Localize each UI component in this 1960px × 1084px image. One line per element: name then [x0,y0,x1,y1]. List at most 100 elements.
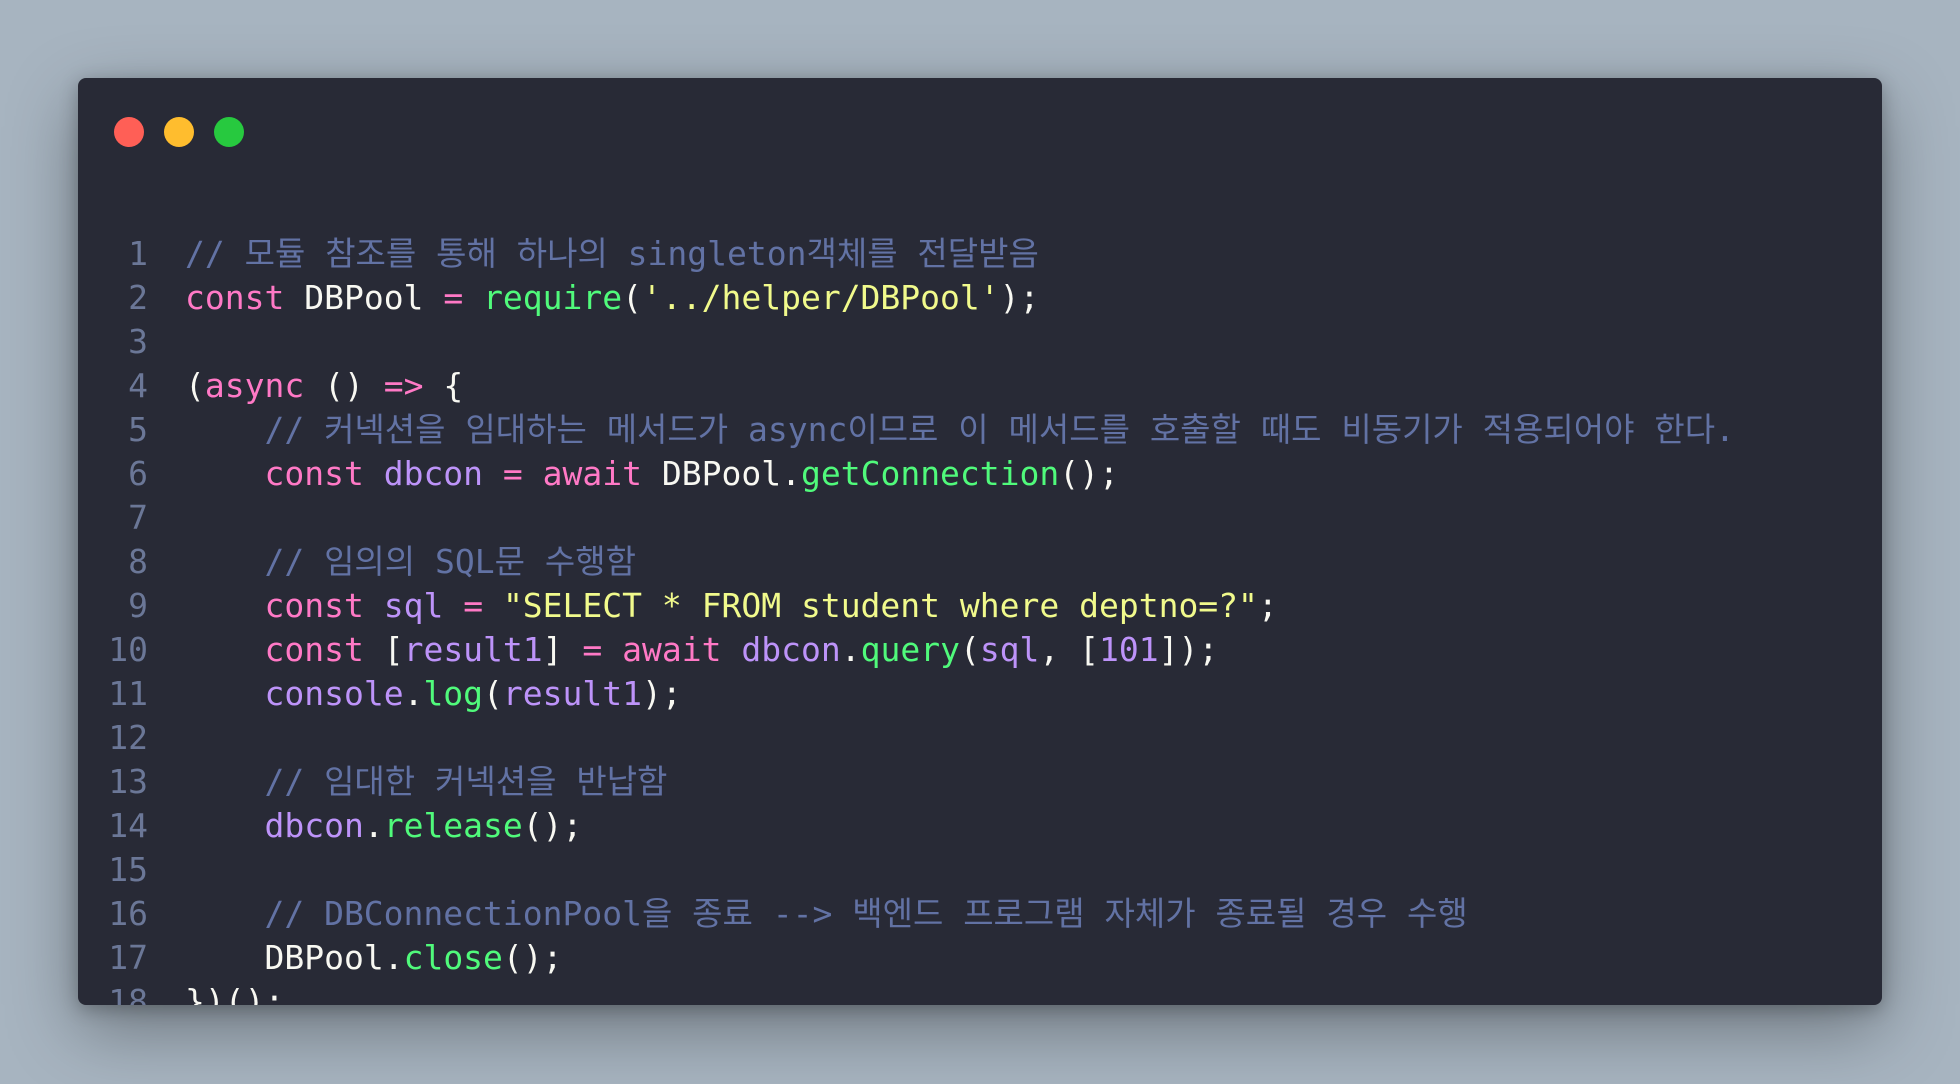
code-token: { [423,366,464,405]
code-line: 7 [78,496,1882,540]
code-token: DBPool [264,938,384,977]
code-token: // 커넥션을 임대하는 메서드가 async이므로 이 메서드를 호출할 때도… [185,410,1735,449]
code-token: // 임의의 SQL문 수행함 [185,542,636,581]
line-text: // 모듈 참조를 통해 하나의 singleton객체를 전달받음 [185,232,1039,276]
code-token: ; [1257,586,1278,625]
line-number: 17 [108,938,148,977]
code-token: // 임대한 커넥션을 반납함 [185,762,668,801]
code-line: 3 [78,320,1882,364]
code-line: 15 [78,848,1882,892]
line-number: 14 [108,806,148,845]
code-line: 18 })(); [78,980,1882,1005]
line-number: 6 [128,454,148,493]
code-token: log [423,674,484,713]
code-token: close [403,938,503,977]
code-token: result1 [502,674,642,713]
code-token: . [383,938,404,977]
code-token: ); [999,278,1040,317]
line-text: console.log(result1); [185,672,681,716]
code-token: const [264,454,364,493]
code-line: 11 console.log(result1); [78,672,1882,716]
code-token: "SELECT * FROM student where deptno=?" [502,586,1258,625]
code-token: ( [483,674,503,713]
code-line: 17 DBPool.close(); [78,936,1882,980]
code-line: 12 [78,716,1882,760]
line-number: 16 [108,894,148,933]
line-number: 10 [108,630,148,669]
code-token: dbcon [741,630,841,669]
code-token: (); [522,806,583,845]
line-text: })(); [185,980,284,1005]
code-token: query [860,630,960,669]
close-window-button[interactable] [114,117,144,147]
line-number: 13 [108,762,148,801]
maximize-window-button[interactable] [214,117,244,147]
code-token: (); [502,938,563,977]
code-line: 10 const [result1] = await dbcon.query(s… [78,628,1882,672]
line-number: 4 [128,366,148,405]
line-text: dbcon.release(); [185,804,582,848]
minimize-window-button[interactable] [164,117,194,147]
code-token: . [403,674,424,713]
code-token: const [264,630,364,669]
code-token: sql [383,586,444,625]
code-line: 8 // 임의의 SQL문 수행함 [78,540,1882,584]
code-token: const [185,278,285,317]
code-token: () [304,366,384,405]
code-token: '../helper/DBPool' [642,278,1000,317]
line-text: const sql = "SELECT * FROM student where… [185,584,1278,628]
code-token: . [840,630,861,669]
line-text: // DBConnectionPool을 종료 --> 백엔드 프로그램 자체가… [185,892,1468,936]
code-token: = [443,278,464,317]
code-line: 2 const DBPool = require('../helper/DBPoo… [78,276,1882,320]
code-token: // DBConnectionPool을 종료 --> 백엔드 프로그램 자체가… [185,894,1468,933]
code-token: ( [959,630,980,669]
code-token: DBPool [304,278,424,317]
code-line: 1 // 모듈 참조를 통해 하나의 singleton객체를 전달받음 [78,232,1882,276]
code-token: , [ [1039,630,1100,669]
code-token: = [463,586,484,625]
code-token: dbcon [264,806,364,845]
window-titlebar [78,78,1882,178]
line-number: 7 [128,498,148,537]
code-token: })(); [185,982,285,1005]
code-token: ( [185,366,205,405]
code-line: 4 (async () => { [78,364,1882,408]
code-token: = [582,630,603,669]
line-text: // 커넥션을 임대하는 메서드가 async이므로 이 메서드를 호출할 때도… [185,408,1735,452]
code-window: 1 // 모듈 참조를 통해 하나의 singleton객체를 전달받음 2 cons… [78,78,1882,1005]
code-line: 6 const dbcon = await DBPool.getConnecti… [78,452,1882,496]
line-number: 1 [128,234,148,273]
code-token: await [542,454,643,493]
code-token: => [383,366,424,405]
code-token: console [264,674,404,713]
code-token: require [483,278,623,317]
code-token: const [264,586,364,625]
code-token: await [622,630,722,669]
code-token: (); [1059,454,1119,493]
code-token: release [383,806,523,845]
line-text: DBPool.close(); [185,936,563,980]
line-text: const DBPool = require('../helper/DBPool… [185,276,1039,320]
code-token: [ [363,630,404,669]
line-text: // 임의의 SQL문 수행함 [185,540,636,584]
line-number: 15 [108,850,148,889]
code-token: = [502,454,523,493]
code-line: 5 // 커넥션을 임대하는 메서드가 async이므로 이 메서드를 호출할 … [78,408,1882,452]
code-token: ] [542,630,583,669]
code-line: 16 // DBConnectionPool을 종료 --> 백엔드 프로그램 … [78,892,1882,936]
line-number: 18 [108,982,148,1005]
line-number: 9 [128,586,148,625]
code-token: ]); [1158,630,1219,669]
